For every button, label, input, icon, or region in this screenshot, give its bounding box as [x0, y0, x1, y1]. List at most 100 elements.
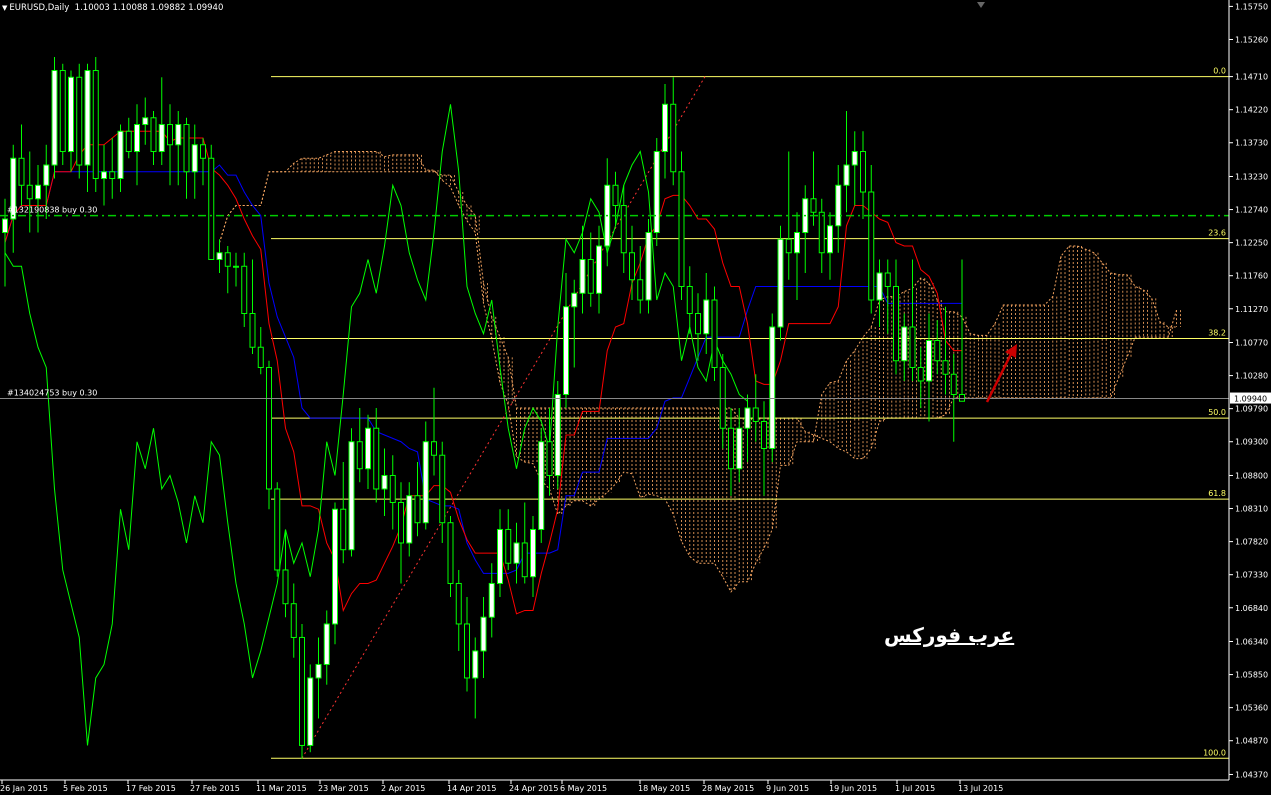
candle-body — [513, 542, 520, 564]
kijun-sen-line — [4, 164, 962, 574]
candle-body — [554, 393, 561, 476]
time-tick-label: 14 Apr 2015 — [447, 784, 496, 793]
candle-body — [472, 650, 479, 679]
candle-body — [406, 495, 413, 544]
candle-body — [109, 171, 116, 180]
chart-header: ▼ EURUSD,Daily 1.10003 1.10088 1.09882 1.… — [2, 3, 223, 13]
price-tick-label: 1.11270 — [1235, 305, 1268, 314]
candle-body — [125, 130, 132, 153]
candle-body — [373, 427, 380, 490]
candle-body — [843, 164, 850, 186]
candle-body — [868, 191, 875, 301]
candle-body — [884, 272, 891, 288]
price-axis: 1.15750 1.15260 1.14710 1.14220 1.13730 1.132… — [1228, 0, 1271, 780]
dropdown-triangle-icon[interactable]: ▼ — [2, 4, 7, 12]
candle-body — [464, 623, 470, 679]
candle-body — [455, 582, 462, 625]
candle-body — [942, 360, 949, 375]
time-tick-label: 18 May 2015 — [638, 784, 690, 793]
candle-body — [926, 339, 932, 382]
candle-body — [497, 528, 503, 584]
candle-body — [323, 623, 330, 665]
time-tick-label: 24 Apr 2015 — [509, 784, 558, 793]
price-tick-label: 1.09790 — [1235, 405, 1268, 414]
candle-body — [571, 292, 578, 308]
candle-body — [860, 151, 866, 193]
candle-body — [356, 441, 363, 470]
candle-body — [134, 124, 140, 153]
scroll-marker-icon — [977, 2, 985, 8]
candle-body — [711, 299, 718, 368]
candle-body — [348, 441, 355, 551]
candle-body — [629, 252, 635, 281]
candle-body — [175, 124, 182, 146]
time-tick-label: 2 Apr 2015 — [381, 784, 425, 793]
candle-body — [530, 528, 536, 578]
time-tick-label: 28 May 2015 — [702, 784, 754, 793]
price-tick-label: 1.11760 — [1235, 272, 1268, 281]
candle-body — [257, 346, 264, 368]
candle-body — [431, 441, 437, 456]
price-chart[interactable]: 0.0 23.6 38.2 50.0 61.8 100.0 #132190838 buy … — [0, 0, 1271, 795]
candle-body — [686, 286, 693, 314]
candle-body — [917, 366, 924, 382]
price-tick-label: 1.09300 — [1235, 438, 1268, 447]
candle-body — [670, 103, 677, 173]
candle-body — [653, 151, 660, 234]
candle-body — [505, 528, 512, 564]
time-tick-label: 9 Jun 2015 — [766, 784, 809, 793]
candle-body — [51, 70, 58, 166]
candle-body — [216, 252, 223, 261]
candle-body — [340, 508, 347, 551]
candle-body — [233, 265, 239, 268]
candle-body — [191, 144, 198, 173]
time-axis: 26 Jan 2015 5 Feb 2015 17 Feb 2015 27 Feb 2… — [0, 779, 1229, 793]
candle-body — [35, 184, 41, 200]
candle-body — [76, 76, 83, 166]
candle-body — [208, 157, 215, 261]
price-tick-label: 1.05360 — [1235, 704, 1268, 713]
time-tick-label: 1 Jul 2015 — [895, 784, 935, 793]
candle-body — [851, 151, 858, 166]
candle-body — [26, 184, 33, 200]
candle-body — [315, 663, 322, 679]
candle-body — [835, 184, 842, 227]
candle-body — [587, 259, 594, 294]
fib-label: 23.6 — [1208, 229, 1226, 238]
candle-body — [950, 373, 957, 395]
candle-body — [117, 130, 124, 180]
time-tick-label: 23 Mar 2015 — [318, 784, 369, 793]
candle-body — [810, 198, 817, 213]
chart-window[interactable]: 0.0 23.6 38.2 50.0 61.8 100.0 #132190838 buy … — [0, 0, 1271, 795]
time-tick-label: 6 May 2015 — [560, 784, 607, 793]
candle-body — [68, 76, 74, 153]
time-tick-label: 11 Mar 2015 — [256, 784, 307, 793]
candle-body — [92, 70, 99, 180]
candle-body — [563, 306, 569, 395]
price-tick-label: 1.14710 — [1235, 73, 1268, 82]
candle-body — [381, 474, 388, 490]
candle-body — [777, 238, 784, 328]
price-tick-label: 1.15260 — [1235, 35, 1268, 44]
candle-body — [662, 103, 668, 153]
price-tick-label: 1.13230 — [1235, 172, 1268, 181]
order-label: #132190838 buy 0.30 — [7, 206, 97, 215]
candle-body — [200, 144, 206, 159]
candle-body — [901, 326, 908, 362]
candle-body — [579, 259, 586, 294]
candle-body — [59, 70, 66, 153]
fib-label: 38.2 — [1208, 328, 1226, 337]
candle-body — [538, 441, 545, 530]
candle-body — [678, 171, 685, 288]
candle-body — [389, 474, 396, 503]
candle-body — [728, 427, 734, 470]
candle-body — [158, 124, 165, 153]
candle-body — [959, 393, 965, 402]
candle-body — [249, 312, 256, 348]
candle-body — [546, 441, 553, 476]
candle-body — [299, 636, 305, 746]
candle-body — [761, 420, 767, 449]
price-tick-label: 1.04870 — [1235, 737, 1268, 746]
fib-label: 100.0 — [1203, 748, 1226, 757]
candle-body — [909, 326, 916, 368]
